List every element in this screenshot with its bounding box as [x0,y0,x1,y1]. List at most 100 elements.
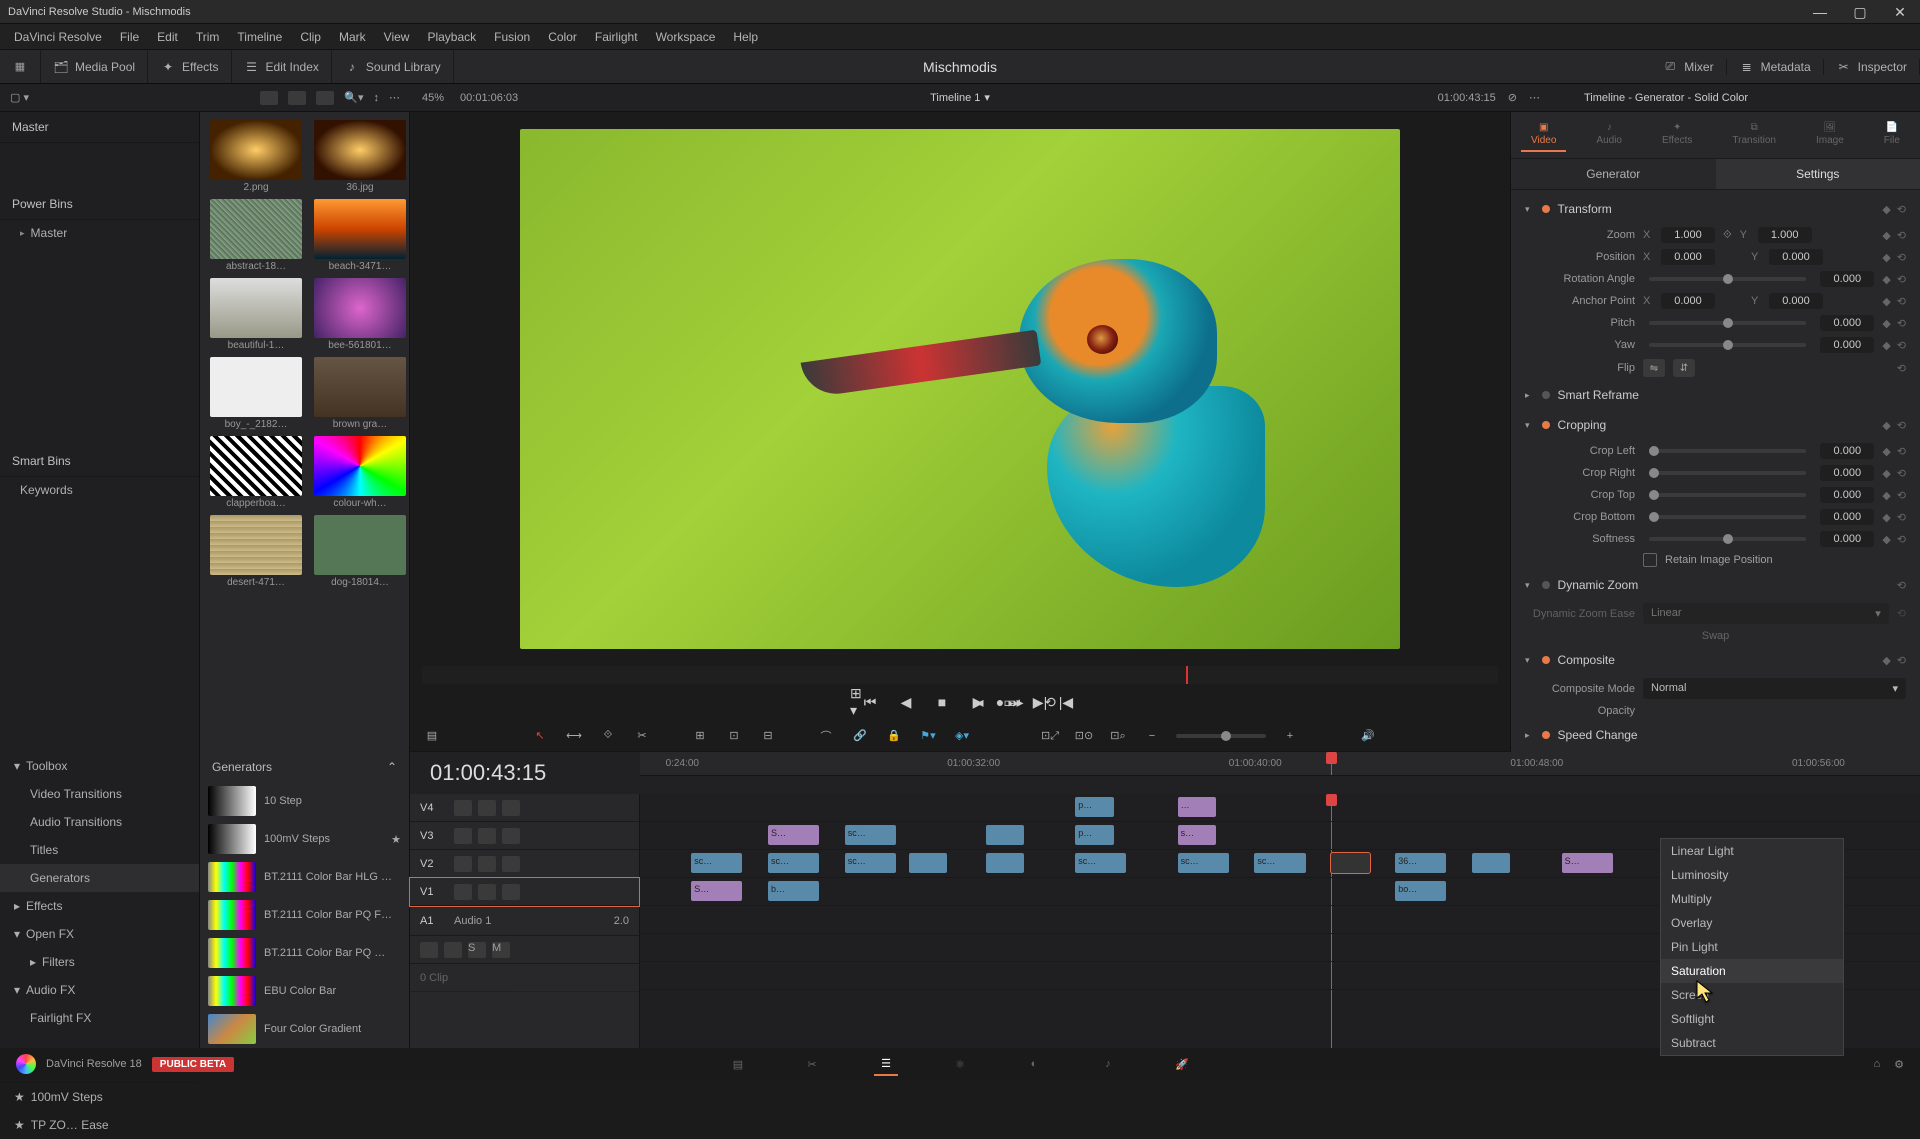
flag-icon[interactable]: ⚑▾ [918,726,938,746]
timeline-clip[interactable] [986,853,1024,873]
pos-y-field[interactable]: 0.000 [1769,249,1823,265]
master-bin[interactable]: Master [0,112,199,143]
section-cropping[interactable]: ▾Cropping◆⟲ [1511,410,1920,440]
yaw-slider[interactable] [1649,343,1806,347]
auto-select-icon[interactable] [478,800,496,816]
playhead[interactable] [1331,752,1332,775]
menu-timeline[interactable]: Timeline [229,27,290,47]
media-clip[interactable]: 2.png [210,120,302,193]
cropleft-slider[interactable] [1649,449,1806,453]
video-track[interactable]: p…… [640,794,1920,822]
generator-item[interactable]: Four Color Gradient [200,1010,409,1048]
solo-icon[interactable]: S [468,942,486,958]
compmode-option[interactable]: Overlay [1661,911,1843,935]
keyframe-icon[interactable]: ◆ [1882,511,1890,524]
replace-clip-icon[interactable]: ⊟ [758,726,778,746]
keyframe-icon[interactable]: ◆ [1882,445,1890,458]
zoom-slider[interactable] [1176,734,1266,738]
timeline-clip[interactable]: p… [1075,797,1113,817]
media-clip[interactable]: beautiful-1… [210,278,302,351]
pos-x-field[interactable]: 0.000 [1661,249,1715,265]
softness-field[interactable]: 0.000 [1820,531,1874,547]
collapse-icon[interactable]: ⌃ [387,760,397,774]
cropleft-field[interactable]: 0.000 [1820,443,1874,459]
enable-icon[interactable] [502,856,520,872]
lib-toolbox[interactable]: ▾Toolbox [0,752,199,780]
powerbin-master[interactable]: ▸Master [0,220,199,246]
audio-track-header[interactable]: A1Audio 12.0 [410,906,639,936]
section-smartreframe[interactable]: ▸Smart Reframe [1511,380,1920,410]
compmode-option[interactable]: Subtract [1661,1031,1843,1055]
marker-icon[interactable]: ◈▾ [952,726,972,746]
timeline-selector[interactable]: Timeline 1▾ [930,91,990,104]
viewer-scrubber[interactable] [422,666,1498,684]
zoom-full-icon[interactable]: ⊡⤢ [1040,726,1060,746]
fav-tpzo[interactable]: ★TP ZO… Ease [0,1111,199,1139]
lib-effects[interactable]: ▸Effects [0,892,199,920]
smartbin-keywords[interactable]: Keywords [0,477,199,503]
media-clip[interactable]: dog-18014… [314,515,406,588]
auto-select-icon[interactable] [478,856,496,872]
reset-icon[interactable]: ⟲ [1897,533,1906,546]
auto-select-icon[interactable] [478,828,496,844]
menu-fairlight[interactable]: Fairlight [587,27,646,47]
timeline-view-icon[interactable]: ▤ [422,726,442,746]
menu-mark[interactable]: Mark [331,27,374,47]
keyframe-icon[interactable]: ◆ [1882,533,1890,546]
media-clip[interactable]: bee-561801… [314,278,406,351]
retain-checkbox[interactable] [1643,553,1657,567]
layout-icon[interactable]: ▦ [12,59,28,75]
bypass-icon[interactable]: ⊘ [1508,91,1517,104]
audio-track-controls[interactable]: SM [410,936,639,964]
reset-icon[interactable]: ⟲ [1897,579,1906,592]
section-speedchange[interactable]: ▸Speed Change [1511,720,1920,750]
keyframe-icon[interactable]: ◆ [1882,203,1890,216]
track-header[interactable]: V2 [410,850,639,878]
timeline-clip[interactable]: sc… [845,825,896,845]
enable-icon[interactable] [502,800,520,816]
anchor-y-field[interactable]: 0.000 [1769,293,1823,309]
overwrite-clip-icon[interactable]: ⊡ [724,726,744,746]
generator-item[interactable]: 10 Step [200,782,409,820]
enable-dot-icon[interactable] [1542,205,1550,213]
section-composite[interactable]: ▾Composite◆⟲ [1511,645,1920,675]
media-clip[interactable]: desert-471… [210,515,302,588]
grid-view-icon[interactable] [288,91,306,105]
cropright-field[interactable]: 0.000 [1820,465,1874,481]
page-cut[interactable]: ✂ [800,1052,824,1076]
track-header[interactable]: V4 [410,794,639,822]
compmode-option[interactable]: Screen [1661,983,1843,1007]
lock-icon[interactable] [454,884,472,900]
search-icon[interactable]: 🔍▾ [344,91,363,104]
menu-workspace[interactable]: Workspace [648,27,724,47]
keyframe-icon[interactable]: ◆ [1882,273,1890,286]
options-icon[interactable]: ⋯ [389,91,400,104]
dzswap-button[interactable]: Swap [1702,630,1730,642]
generator-item[interactable]: 100mV Steps★ [200,820,409,858]
timeline-clip[interactable] [1331,853,1369,873]
maximize-button[interactable]: ▢ [1840,0,1880,24]
auto-select-icon[interactable] [478,884,496,900]
compmode-dropdown[interactable]: Normal▾ [1643,678,1906,699]
tab-audio[interactable]: ♪Audio [1586,118,1632,152]
reset-icon[interactable]: ⟲ [1897,251,1906,264]
compmode-menu[interactable]: Linear LightLuminosityMultiplyOverlayPin… [1660,838,1844,1056]
timeline-clip[interactable]: sc… [1178,853,1229,873]
lib-titles[interactable]: Titles [0,836,199,864]
lib-openfx[interactable]: ▾Open FX [0,920,199,948]
editindex-toggle[interactable]: ☰Edit Index [244,59,319,75]
enable-dot-icon[interactable] [1542,421,1550,429]
compmode-option[interactable]: Linear Light [1661,839,1843,863]
keyframe-icon[interactable]: ◆ [1882,317,1890,330]
cropbottom-slider[interactable] [1649,515,1806,519]
media-clip[interactable]: brown gra… [314,357,406,430]
prev-frame-button[interactable]: ◀ [896,692,916,712]
timeline-clip[interactable]: S… [691,881,742,901]
enable-icon[interactable] [502,884,520,900]
keyframe-icon[interactable]: ◆ [1882,229,1890,242]
page-color[interactable]: ◐ [1022,1052,1046,1076]
flip-h-button[interactable]: ⇋ [1643,359,1665,377]
menu-color[interactable]: Color [540,27,585,47]
lib-fairlightfx[interactable]: Fairlight FX [0,1004,199,1032]
timeline-timecode[interactable]: 01:00:43:15 [410,752,640,794]
